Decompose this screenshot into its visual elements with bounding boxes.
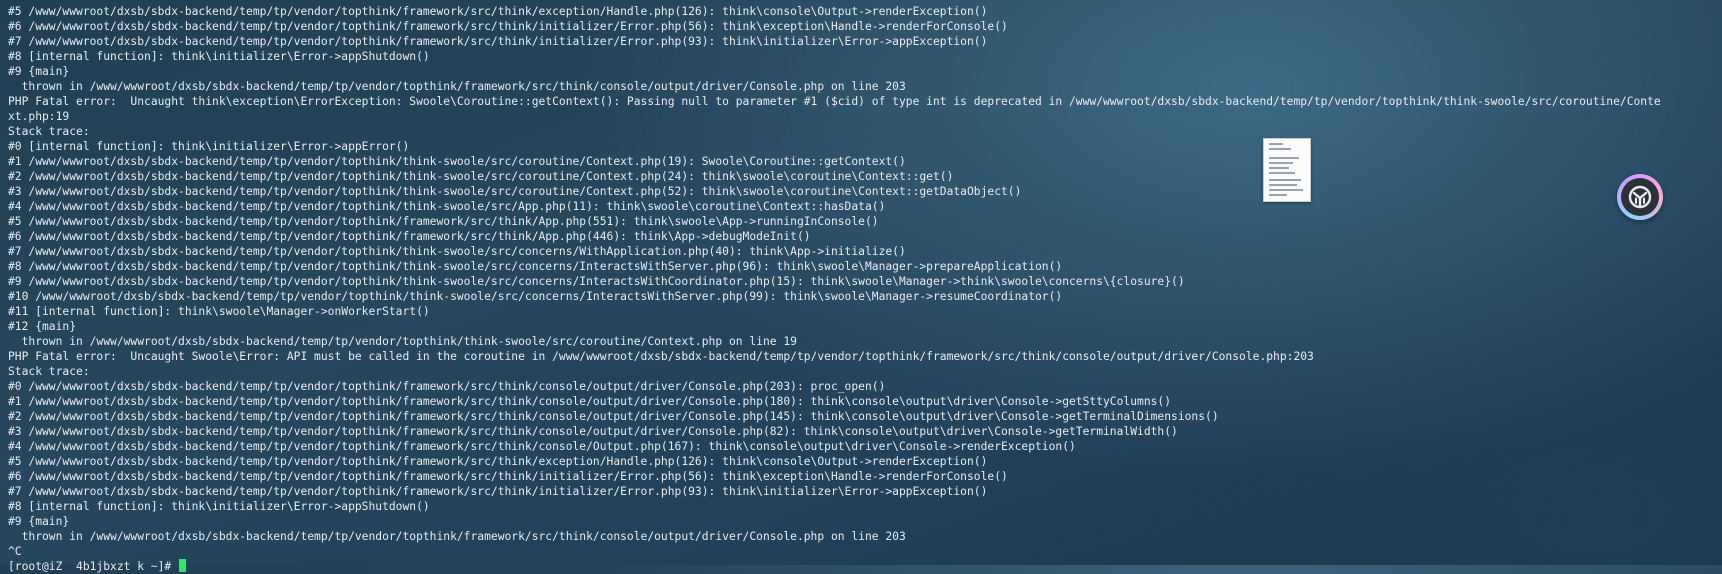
terminal-line: #9 /www/wwwroot/dxsb/sbdx-backend/temp/t…: [8, 275, 1185, 288]
terminal-line: thrown in /www/wwwroot/dxsb/sbdx-backend…: [8, 80, 906, 93]
terminal-line: #1 /www/wwwroot/dxsb/sbdx-backend/temp/t…: [8, 155, 906, 168]
terminal-line: PHP Fatal error: Uncaught think\exceptio…: [8, 95, 1661, 108]
terminal-line: #1 /www/wwwroot/dxsb/sbdx-backend/temp/t…: [8, 395, 1172, 408]
thumbnail-line: [1269, 162, 1293, 164]
terminal-line: thrown in /www/wwwroot/dxsb/sbdx-backend…: [8, 530, 906, 543]
thumbnail-line: [1269, 189, 1303, 191]
thumbnail-line: [1269, 172, 1295, 174]
terminal-line: #6 /www/wwwroot/dxsb/sbdx-backend/temp/t…: [8, 20, 1008, 33]
thumbnail-line: [1269, 143, 1283, 145]
terminal-prompt-line[interactable]: [root@iZ 4b1jbxzt k ~]#: [8, 559, 1714, 574]
terminal-line: #5 /www/wwwroot/dxsb/sbdx-backend/temp/t…: [8, 455, 988, 468]
terminal-line: #6 /www/wwwroot/dxsb/sbdx-backend/temp/t…: [8, 230, 811, 243]
terminal-line: #0 [internal function]: think\initialize…: [8, 140, 410, 153]
thumbnail-line: [1269, 167, 1289, 169]
terminal-line: #4 /www/wwwroot/dxsb/sbdx-backend/temp/t…: [8, 200, 886, 213]
thumbnail-line: [1269, 179, 1301, 181]
terminal-line: #10 /www/wwwroot/dxsb/sbdx-backend/temp/…: [8, 290, 1063, 303]
terminal-line: #9 {main}: [8, 515, 70, 528]
thumbnail-line: [1269, 184, 1297, 186]
terminal-line: #5 /www/wwwroot/dxsb/sbdx-backend/temp/t…: [8, 5, 988, 18]
thumbnail-line: [1269, 157, 1299, 159]
document-thumbnail-icon[interactable]: [1263, 138, 1311, 202]
terminal-line: #2 /www/wwwroot/dxsb/sbdx-backend/temp/t…: [8, 410, 1219, 423]
terminal-line: thrown in /www/wwwroot/dxsb/sbdx-backend…: [8, 335, 797, 348]
terminal-line: #3 /www/wwwroot/dxsb/sbdx-backend/temp/t…: [8, 185, 1022, 198]
terminal-line: #8 [internal function]: think\initialize…: [8, 500, 430, 513]
terminal-line: #7 /www/wwwroot/dxsb/sbdx-backend/temp/t…: [8, 245, 906, 258]
terminal-output[interactable]: #5 /www/wwwroot/dxsb/sbdx-backend/temp/t…: [8, 4, 1714, 574]
terminal-line: #11 [internal function]: think\swoole\Ma…: [8, 305, 430, 318]
terminal-line: #0 /www/wwwroot/dxsb/sbdx-backend/temp/t…: [8, 380, 886, 393]
terminal-line: #5 /www/wwwroot/dxsb/sbdx-backend/temp/t…: [8, 215, 879, 228]
terminal-line: #7 /www/wwwroot/dxsb/sbdx-backend/temp/t…: [8, 485, 988, 498]
terminal-line: #2 /www/wwwroot/dxsb/sbdx-backend/temp/t…: [8, 170, 954, 183]
terminal-line: #12 {main}: [8, 320, 77, 333]
terminal-line: #9 {main}: [8, 65, 70, 78]
terminal-line: Stack trace:: [8, 365, 90, 378]
terminal-cursor: [179, 559, 187, 572]
thumbnail-line: [1269, 194, 1287, 196]
terminal-line: #3 /www/wwwroot/dxsb/sbdx-backend/temp/t…: [8, 425, 1178, 438]
terminal-line: Stack trace:: [8, 125, 90, 138]
terminal-line: xt.php:19: [8, 110, 70, 123]
terminal-line: #8 [internal function]: think\initialize…: [8, 50, 430, 63]
terminal-line: #7 /www/wwwroot/dxsb/sbdx-backend/temp/t…: [8, 35, 988, 48]
terminal-line: #8 /www/wwwroot/dxsb/sbdx-backend/temp/t…: [8, 260, 1063, 273]
thumbnail-line: [1269, 148, 1291, 150]
terminal-line: ^C: [8, 545, 22, 558]
shell-prompt: [root@iZ 4b1jbxzt k ~]#: [8, 560, 179, 573]
terminal-line: #6 /www/wwwroot/dxsb/sbdx-backend/temp/t…: [8, 470, 1008, 483]
floating-assistant-icon: [1621, 178, 1659, 216]
terminal-line: #4 /www/wwwroot/dxsb/sbdx-backend/temp/t…: [8, 440, 1076, 453]
floating-assistant-button[interactable]: [1617, 174, 1663, 220]
terminal-line: PHP Fatal error: Uncaught Swoole\Error: …: [8, 350, 1314, 363]
